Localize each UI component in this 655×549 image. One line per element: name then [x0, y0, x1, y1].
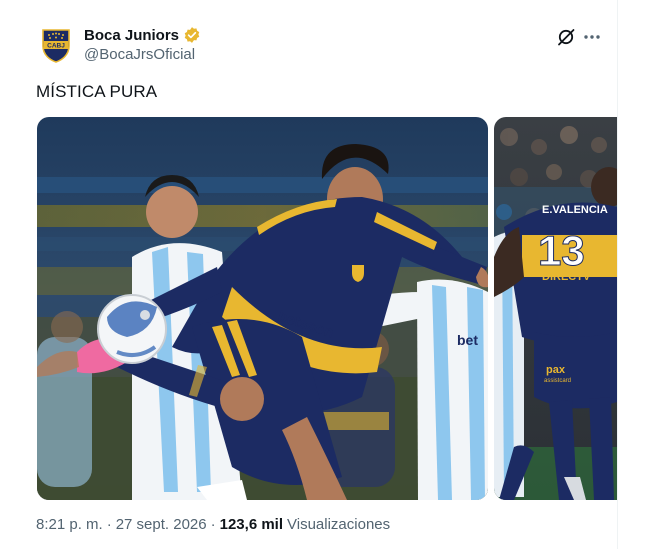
media-photo-1[interactable]: bet betsson: [37, 117, 488, 500]
verified-badge-icon[interactable]: [183, 26, 201, 44]
avatar-crest-text: CABJ: [47, 43, 65, 50]
photo2-player-number: 13: [538, 227, 585, 274]
views-label[interactable]: Visualizaciones: [287, 516, 390, 533]
avatar[interactable]: CABJ: [36, 26, 76, 66]
author-name-row: Boca Juniors: [84, 25, 201, 45]
tweet-text: MÍSTICA PURA: [36, 82, 158, 101]
boca-crest-icon: CABJ: [42, 29, 70, 63]
views-count[interactable]: 123,6 mil: [220, 516, 283, 533]
football: [97, 294, 167, 364]
author-display-name[interactable]: Boca Juniors: [84, 27, 179, 44]
tweet-card[interactable]: CABJ Boca Juniors @BocaJrsOficial MÍSTIC…: [0, 0, 617, 549]
photo2-player-name: E.VALENCIA: [542, 204, 608, 216]
author-handle[interactable]: @BocaJrsOficial: [84, 46, 195, 63]
media-photo-2[interactable]: E.VALENCIA 13 DIRECTV pax assistcard: [494, 117, 617, 500]
svg-text:bet: bet: [457, 332, 478, 348]
tweet-page: CABJ Boca Juniors @BocaJrsOficial MÍSTIC…: [0, 0, 655, 549]
tweet-time[interactable]: 8:21 p. m.: [36, 516, 103, 533]
tweet-media: bet betsson E.VALENCIA 13 DIRECTV pax as…: [37, 117, 617, 500]
meta-separator: ·: [210, 516, 216, 533]
grok-icon[interactable]: [556, 27, 576, 47]
column-divider: [617, 0, 618, 549]
tweet-date[interactable]: 27 sept. 2026: [116, 516, 207, 533]
photo2-sponsor-1: DIRECTV: [542, 271, 591, 283]
photo2-sponsor-3: assistcard: [544, 378, 571, 384]
more-icon[interactable]: [582, 27, 602, 47]
tweet-meta: 8:21 p. m. · 27 sept. 2026 · 123,6 mil V…: [36, 516, 390, 533]
meta-separator: ·: [106, 516, 112, 533]
photo2-sponsor-2: pax: [546, 364, 566, 376]
